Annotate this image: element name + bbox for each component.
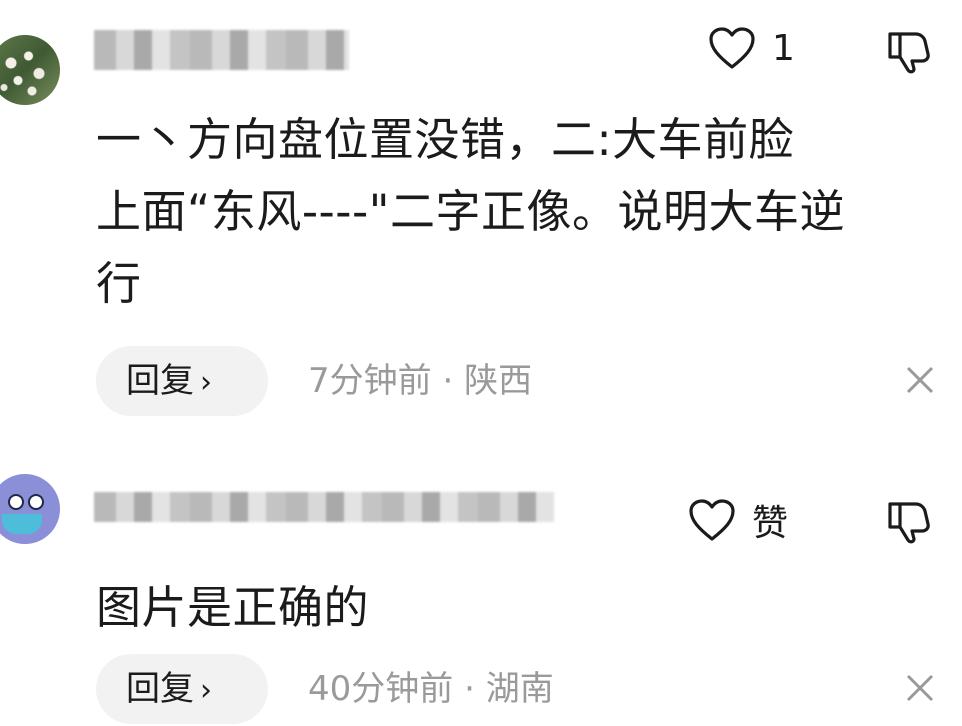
like-button[interactable]: 1	[708, 24, 795, 72]
location: 湖南	[485, 669, 554, 709]
comment-line: 图片是正确的	[96, 581, 370, 634]
thumbs-down-icon[interactable]	[884, 496, 932, 544]
meta-separator: ·	[464, 669, 475, 709]
avatar-eye	[28, 494, 44, 510]
avatar-eye	[8, 494, 24, 510]
meta-separator: ·	[442, 361, 454, 401]
comment-line: 一丶方向盘位置没错，二:大车前脸	[96, 113, 795, 166]
like-button[interactable]: 赞	[688, 496, 788, 544]
comment-line: 上面“东风----"二字正像。说明大车逆	[96, 185, 845, 238]
avatar-mouth	[2, 514, 42, 534]
comment-text: 图片是正确的	[96, 572, 956, 644]
close-icon[interactable]	[904, 364, 936, 400]
like-count: 1	[772, 27, 795, 69]
thumbs-down-icon[interactable]	[884, 26, 932, 74]
like-label: 赞	[752, 503, 789, 544]
comment-meta: 7分钟前 · 陕西	[308, 346, 532, 416]
chevron-right-icon: ›	[200, 673, 212, 708]
reply-label: 回复	[126, 669, 194, 709]
comment-item: 赞 图片是正确的 回复 › 40分钟前 · 湖南	[0, 440, 962, 724]
chevron-right-icon: ›	[200, 365, 212, 400]
comment-item: 1 一丶方向盘位置没错，二:大车前脸 上面“东风----"二字正像。说明大车逆 …	[0, 0, 962, 440]
reply-button[interactable]: 回复 ›	[96, 346, 268, 416]
reply-label: 回复	[126, 361, 194, 401]
comment-text: 一丶方向盘位置没错，二:大车前脸 上面“东风----"二字正像。说明大车逆 行	[96, 104, 956, 320]
comment-meta: 40分钟前 · 湖南	[308, 654, 554, 724]
timestamp: 40分钟前	[308, 669, 454, 709]
avatar[interactable]	[0, 35, 60, 105]
username-blurred[interactable]	[94, 30, 349, 70]
close-icon[interactable]	[904, 672, 936, 708]
comment-line: 行	[96, 257, 142, 310]
location: 陕西	[464, 361, 533, 401]
avatar[interactable]	[0, 474, 60, 544]
timestamp: 7分钟前	[308, 361, 432, 401]
heart-icon	[688, 498, 736, 542]
reply-button[interactable]: 回复 ›	[96, 654, 268, 724]
username-blurred[interactable]	[94, 492, 554, 522]
heart-icon	[708, 26, 756, 70]
